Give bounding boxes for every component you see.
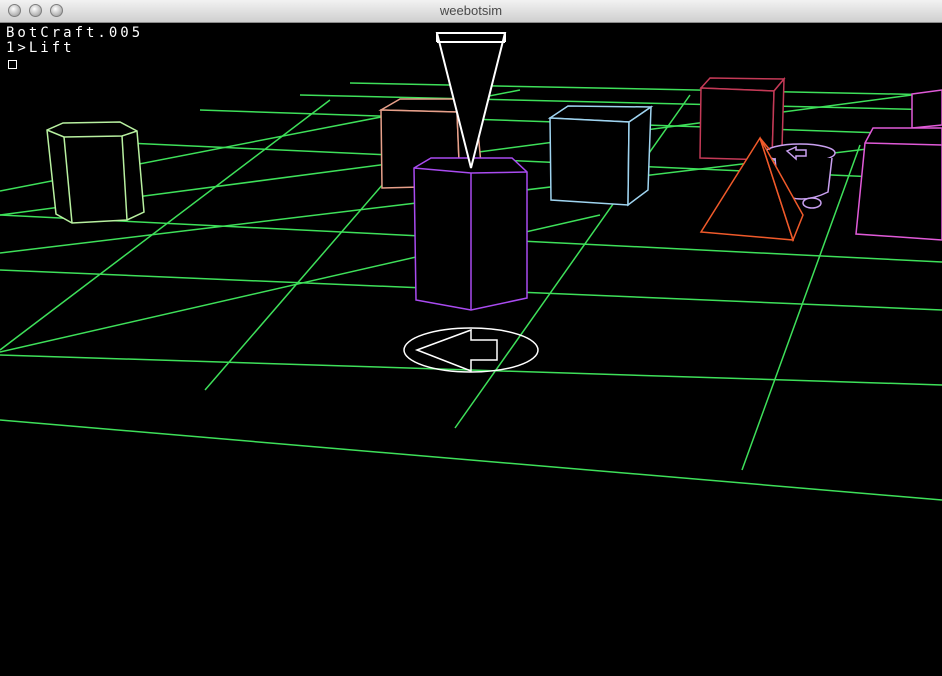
hud-command: 1>Lift (6, 40, 75, 56)
cube-blue[interactable] (547, 105, 654, 207)
title-bar[interactable]: weebotsim (0, 0, 942, 23)
direction-arrow-icon (403, 327, 539, 373)
hud-overlay: BotCraft.005 1>Lift (6, 26, 143, 69)
hexagon-prism-green[interactable] (46, 121, 145, 224)
app-window: weebotsim BotCraft.005 1>Lift (0, 0, 942, 676)
player-hexagon-prism[interactable] (413, 157, 528, 311)
window-title: weebotsim (439, 3, 503, 18)
hud-cursor-icon (8, 60, 17, 69)
3d-viewport[interactable] (0, 23, 942, 676)
cube-magenta[interactable] (855, 89, 942, 241)
hud-title: BotCraft.005 (6, 25, 144, 41)
